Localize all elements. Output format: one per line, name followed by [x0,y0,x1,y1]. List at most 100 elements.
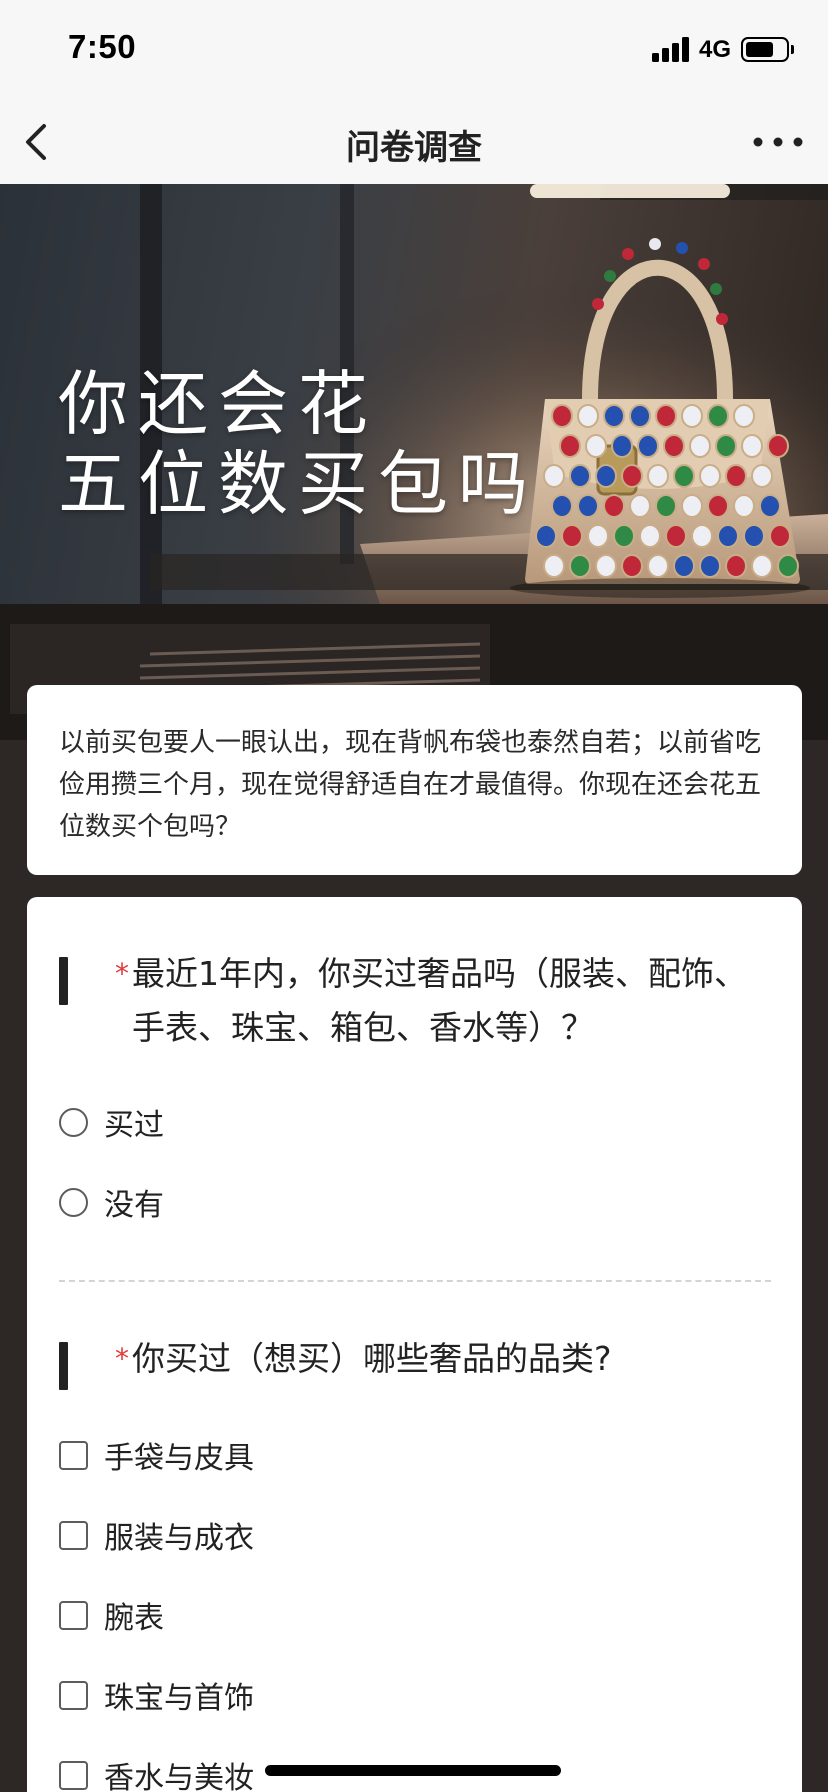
intro-text: 以前买包要人一眼认出，现在背帆布袋也泰然自若；以前省吃俭用攒三个月，现在觉得舒适… [59,728,762,842]
gem-decoration [611,434,633,458]
checkbox[interactable] [59,1600,88,1630]
status-bar: 7:50 4G [0,0,828,100]
question-2-title: * 你买过（想买）哪些奢品的品类? [59,1332,759,1390]
gem-decoration [647,554,669,578]
checkbox[interactable] [59,1680,88,1710]
gem-decoration [551,404,573,428]
gem-decoration [543,554,565,578]
checkbox[interactable] [59,1440,88,1470]
question-2-option-jewelry[interactable]: 珠宝与首饰 [59,1675,254,1716]
question-2-option-fragrance[interactable]: 香水与美妆 [59,1755,254,1792]
option-label: 没有 [104,1188,164,1223]
gem-decoration [751,554,773,578]
gem-decoration [741,434,763,458]
banner-headline-line2: 五位数买包吗 [58,443,538,525]
gem-decoration [725,554,747,578]
option-label: 香水与美妆 [104,1761,254,1792]
required-mark: * [115,957,129,990]
question-1-option-bought[interactable]: 买过 [59,1102,164,1143]
question-card: * 最近1年内，你买过奢品吗（服装、配饰、手表、珠宝、箱包、香水等）？ 买过 没… [27,897,802,1792]
intro-card: 以前买包要人一眼认出，现在背帆布袋也泰然自若；以前省吃俭用攒三个月，现在觉得舒适… [27,685,802,875]
gem-decoration [681,494,703,518]
radio-button[interactable] [59,1187,88,1217]
battery-icon [741,37,794,62]
gem-decoration [621,554,643,578]
signal-icon [652,36,692,62]
gem-decoration [613,524,635,548]
gem-decoration [577,494,599,518]
gem-decoration [759,494,781,518]
gem-decoration [655,494,677,518]
gem-decoration [561,524,583,548]
gem-decoration [595,554,617,578]
gem-decoration [715,434,737,458]
question-1-option-not-bought[interactable]: 没有 [59,1182,164,1223]
gem-decoration [595,464,617,488]
gem-decoration [655,404,677,428]
gem-decoration [663,434,685,458]
banner: 你还会花 五位数买包吗 [0,184,828,740]
option-label: 买过 [104,1108,164,1143]
gem-decoration [647,464,669,488]
gem-decoration [751,464,773,488]
gem-decoration [569,554,591,578]
gem-decoration [681,404,703,428]
gem-decoration [673,554,695,578]
question-2-text: 你买过（想买）哪些奢品的品类? [132,1339,612,1378]
question-1-title: * 最近1年内，你买过奢品吗（服装、配饰、手表、珠宝、箱包、香水等）？ [59,947,759,1055]
question-2-option-apparel[interactable]: 服装与成衣 [59,1515,254,1556]
gem-decoration [699,464,721,488]
gem-decoration [569,464,591,488]
gem-decoration [777,554,799,578]
gem-decoration [673,464,695,488]
gem-decoration [603,404,625,428]
gem-decoration [717,524,739,548]
network-label: 4G [699,36,732,63]
banner-headline-line1: 你还会花 [58,363,378,445]
gem-decoration [707,494,729,518]
option-label: 腕表 [104,1601,164,1636]
option-label: 珠宝与首饰 [104,1681,254,1716]
gem-decoration [637,434,659,458]
gem-decoration [603,494,625,518]
gem-decoration [535,524,557,548]
gem-decoration [587,524,609,548]
more-dots-icon[interactable] [748,120,808,164]
gem-decoration [689,434,711,458]
question-1-text: 最近1年内，你买过奢品吗（服装、配饰、手表、珠宝、箱包、香水等）？ [132,954,747,1047]
battery-fill [746,42,773,57]
gem-decoration [551,494,573,518]
gem-decoration [621,464,643,488]
gem-decoration [699,554,721,578]
checkbox[interactable] [59,1520,88,1550]
gem-decoration [559,434,581,458]
gem-decoration [629,404,651,428]
gem-decoration [691,524,713,548]
question-2-option-handbags[interactable]: 手袋与皮具 [59,1435,254,1476]
question-2-option-watches[interactable]: 腕表 [59,1595,164,1636]
gem-decoration [665,524,687,548]
gem-decoration [543,464,565,488]
question-marker [59,957,68,1005]
option-label: 手袋与皮具 [104,1441,254,1476]
option-label: 服装与成衣 [104,1521,254,1556]
required-mark: * [115,1342,129,1375]
gem-decoration [733,404,755,428]
checkbox[interactable] [59,1760,88,1790]
gem-decoration [585,434,607,458]
page-title: 问卷调查 [346,128,482,168]
gem-decoration [769,524,791,548]
radio-button[interactable] [59,1107,88,1137]
gem-decoration [767,434,789,458]
nav-bar: 问卷调查 [0,100,828,184]
gem-decoration [577,404,599,428]
gem-decoration [725,464,747,488]
gem-decoration [733,494,755,518]
gem-decoration [707,404,729,428]
question-marker [59,1342,68,1390]
status-time: 7:50 [68,28,137,65]
gem-decoration [639,524,661,548]
banner-headline: 你还会花 五位数买包吗 [58,364,538,524]
gem-decoration [743,524,765,548]
home-indicator[interactable] [265,1765,561,1776]
